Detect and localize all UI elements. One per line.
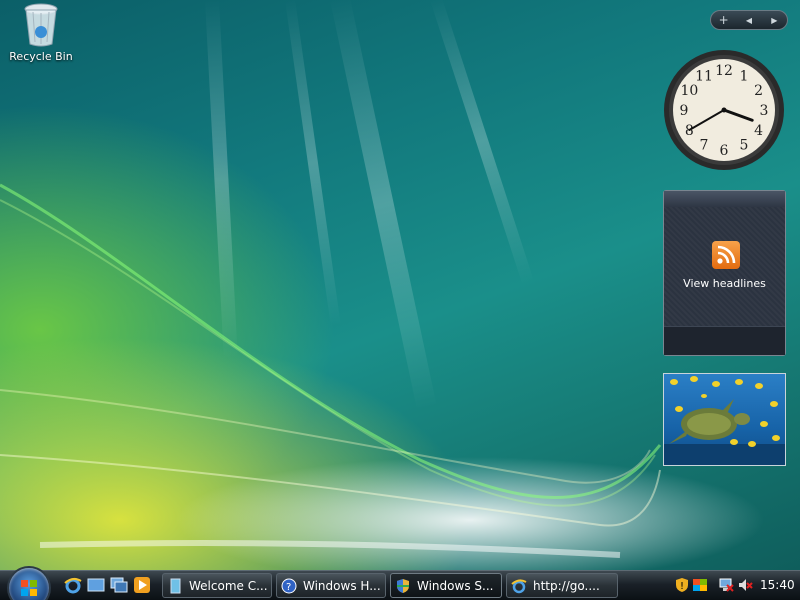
clock-numeral: 9 xyxy=(680,103,689,119)
media-player-icon[interactable] xyxy=(133,576,151,594)
task-label: http://go.... xyxy=(533,578,600,593)
clock-numeral: 10 xyxy=(680,83,698,99)
clock-numeral: 11 xyxy=(695,68,713,84)
clock-numeral: 8 xyxy=(685,123,694,139)
windows-logo-icon xyxy=(21,580,37,596)
next-page-button[interactable]: ▶ xyxy=(762,16,787,25)
desktop-background[interactable]: Recycle Bin + ◀ ▶ 12 1 2 3 4 5 6 7 8 9 10 11 View h xyxy=(0,0,800,570)
network-disconnected-icon[interactable] xyxy=(718,577,734,593)
show-desktop-icon[interactable] xyxy=(87,576,105,594)
clock-numeral: 4 xyxy=(754,123,763,139)
clock-numeral: 5 xyxy=(740,138,749,154)
turtle-photo xyxy=(664,376,785,465)
volume-muted-icon[interactable] xyxy=(737,577,753,593)
slideshow-gadget[interactable] xyxy=(663,373,786,466)
task-label: Windows H... xyxy=(303,578,381,593)
svg-text:!: ! xyxy=(680,581,684,592)
recycle-bin-label: Recycle Bin xyxy=(9,50,73,63)
help-icon: ? xyxy=(281,578,297,594)
recycle-bin[interactable]: Recycle Bin xyxy=(6,2,76,63)
taskbar: Welcome C... ? Windows H... Windows S...… xyxy=(0,568,800,600)
clock-numeral: 3 xyxy=(760,103,769,119)
internet-explorer-icon xyxy=(511,578,527,594)
clock-numeral: 2 xyxy=(754,83,763,99)
clock-numeral: 1 xyxy=(740,68,749,84)
switch-windows-icon[interactable] xyxy=(110,576,128,594)
security-center-icon xyxy=(395,578,411,594)
add-gadget-button[interactable]: + xyxy=(711,13,736,27)
feed-headlines-gadget[interactable]: View headlines xyxy=(663,190,786,356)
internet-explorer-icon[interactable] xyxy=(64,576,82,594)
start-button[interactable] xyxy=(9,568,49,600)
taskbar-button-internet-explorer[interactable]: http://go.... xyxy=(506,573,618,598)
clock-numeral: 6 xyxy=(720,143,729,159)
recycle-bin-icon xyxy=(23,2,59,47)
welcome-center-icon xyxy=(167,578,183,594)
sidebar-controls: + ◀ ▶ xyxy=(710,10,788,30)
previous-page-button[interactable]: ◀ xyxy=(736,16,761,25)
view-headlines-link[interactable]: View headlines xyxy=(664,277,785,290)
svg-text:?: ? xyxy=(286,582,291,593)
clock-numeral: 7 xyxy=(700,138,709,154)
windows-update-icon[interactable] xyxy=(692,577,708,593)
taskbar-button-windows-help[interactable]: ? Windows H... xyxy=(276,573,386,598)
taskbar-button-windows-security[interactable]: Windows S... xyxy=(390,573,502,598)
taskbar-clock[interactable]: 15:40 xyxy=(760,578,795,592)
security-warning-icon[interactable]: ! xyxy=(674,577,690,593)
clock-gadget[interactable]: 12 1 2 3 4 5 6 7 8 9 10 11 xyxy=(662,48,787,173)
clock-numeral: 12 xyxy=(715,63,733,79)
task-label: Windows S... xyxy=(417,578,494,593)
taskbar-button-welcome-center[interactable]: Welcome C... xyxy=(162,573,272,598)
task-label: Welcome C... xyxy=(189,578,268,593)
rss-feed-icon xyxy=(712,241,740,269)
